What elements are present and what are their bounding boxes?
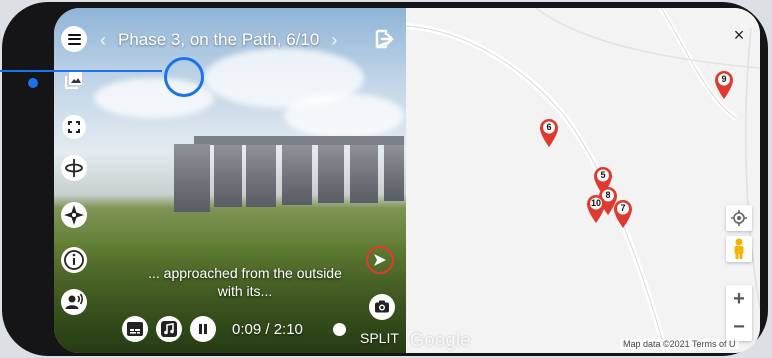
fullscreen-button[interactable]	[60, 113, 88, 141]
pointer-leader-dot	[28, 78, 38, 88]
pause-button[interactable]	[190, 316, 216, 342]
pause-icon	[199, 324, 207, 334]
info-icon	[61, 247, 87, 273]
subtitles-button[interactable]	[122, 316, 148, 342]
map-marker-7[interactable]: 7	[613, 199, 633, 229]
stonehenge-monument	[174, 136, 406, 212]
my-location-button[interactable]	[726, 205, 752, 231]
camera-icon	[369, 294, 395, 320]
hamburger-menu-icon	[67, 33, 81, 45]
map-panel[interactable]: × 9 6 5 8 10 7 + − Google Map data ©2021…	[406, 8, 760, 353]
playback-controls: 0:09 / 2:10	[122, 316, 346, 342]
tour-title: Phase 3, on the Path, 6/10	[118, 30, 320, 49]
screenshot-button[interactable]	[369, 294, 395, 320]
play-next-button[interactable]	[366, 246, 394, 274]
pegman-icon	[734, 238, 744, 259]
zoom-in-button[interactable]: +	[726, 285, 752, 313]
close-map-button[interactable]: ×	[728, 24, 750, 46]
previous-stop-button[interactable]: ‹	[100, 31, 106, 49]
map-marker-label: 10	[590, 198, 601, 208]
narration-caption: ... approached from the outside with its…	[148, 265, 342, 299]
map-marker-label: 5	[600, 170, 606, 180]
scene-viewer[interactable]: ‹ Phase 3, on the Path, 6/10 › ... appro…	[54, 8, 406, 353]
app-screen: ‹ Phase 3, on the Path, 6/10 › ... appro…	[54, 8, 760, 353]
menu-button[interactable]	[61, 26, 87, 52]
map-marker-10[interactable]: 10	[586, 194, 606, 224]
compass-rose-icon	[61, 202, 87, 228]
next-stop-button[interactable]: ›	[331, 31, 337, 49]
speaker-person-icon	[61, 289, 87, 315]
scrubber-handle[interactable]	[332, 322, 346, 336]
rotate-view-button[interactable]	[60, 154, 88, 182]
exit-button[interactable]	[373, 28, 395, 50]
phone-frame: ‹ Phase 3, on the Path, 6/10 › ... appro…	[2, 2, 768, 356]
music-note-icon	[161, 321, 177, 337]
pointer-leader-line	[0, 70, 162, 72]
zoom-controls: + −	[726, 285, 752, 341]
subtitles-icon	[127, 322, 143, 336]
map-marker-9[interactable]: 9	[714, 70, 734, 100]
map-marker-6[interactable]: 6	[539, 118, 559, 148]
map-marker-label: 9	[721, 74, 727, 84]
map-marker-label: 6	[546, 122, 552, 132]
playback-time: 0:09 / 2:10	[232, 320, 303, 338]
image-gallery-icon	[65, 72, 82, 89]
info-button[interactable]	[60, 246, 88, 274]
map-roads	[406, 8, 760, 353]
zoom-out-button[interactable]: −	[726, 313, 752, 341]
my-location-icon	[731, 210, 747, 226]
tour-title-bar: ‹ Phase 3, on the Path, 6/10 ›	[100, 28, 337, 52]
map-marker-label: 7	[620, 203, 626, 213]
narrator-button[interactable]	[60, 288, 88, 316]
street-view-button[interactable]	[726, 236, 752, 262]
map-attribution[interactable]: Map data ©2021 Terms of U	[620, 339, 739, 349]
fullscreen-icon	[62, 115, 86, 139]
split-button[interactable]: SPLIT	[360, 330, 399, 346]
google-logo: Google	[410, 330, 472, 350]
rotate-view-icon	[61, 155, 87, 181]
play-arrow-icon	[374, 254, 386, 266]
exit-icon	[375, 29, 394, 49]
compass-button[interactable]	[60, 201, 88, 229]
music-button[interactable]	[156, 316, 182, 342]
touch-indicator	[164, 57, 204, 97]
